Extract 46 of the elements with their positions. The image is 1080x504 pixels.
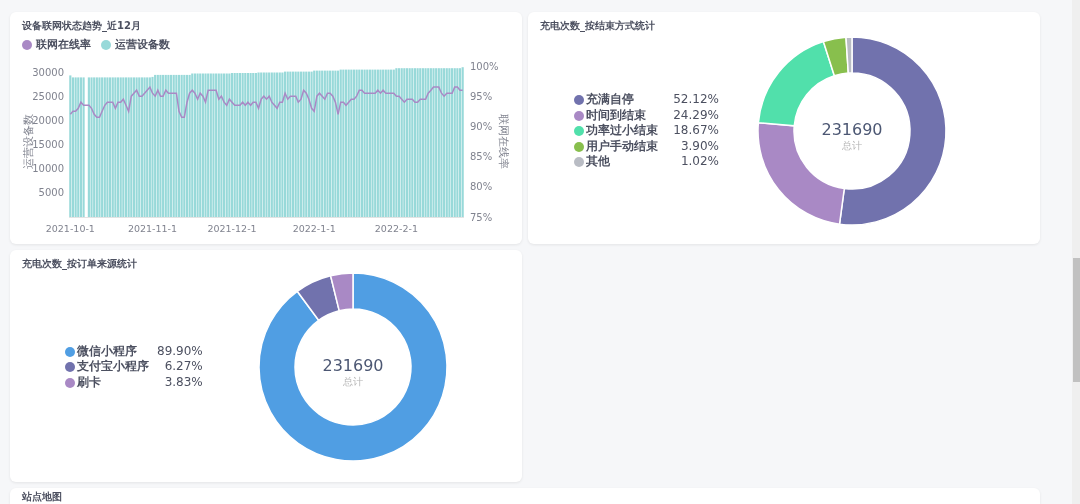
legend-value: 24.29% xyxy=(672,107,719,124)
total-value: 231690 xyxy=(821,120,883,139)
x-tick-label: 2021-12-1 xyxy=(207,222,257,234)
total-label: 总计 xyxy=(842,140,862,151)
total-value: 231690 xyxy=(322,356,384,375)
y-tick-label: 25000 xyxy=(32,90,64,102)
legend-item[interactable]: 联网在线率 xyxy=(22,37,91,54)
y-tick-label: 15000 xyxy=(32,138,64,150)
legend-value: 89.90% xyxy=(157,343,203,360)
axis-title: 联网在线率 xyxy=(497,113,510,168)
legend-label: 微信小程序 xyxy=(77,343,138,359)
legend-item[interactable]: 运营设备数 xyxy=(101,37,170,54)
scrollbar[interactable] xyxy=(1072,0,1080,504)
y-tick-label: 90% xyxy=(470,120,493,132)
x-tick-label: 2022-2-1 xyxy=(374,222,418,234)
card-title: 站点地图 xyxy=(21,490,63,504)
y-tick-label: 30000 xyxy=(32,66,64,78)
legend-value: 52.12% xyxy=(672,92,719,108)
legend-label: 刷卡 xyxy=(77,374,102,391)
x-tick-label: 2022-1-1 xyxy=(292,222,336,234)
legend-label: 功率过小结束 xyxy=(586,123,659,139)
chart-title: 充电次数_按结束方式统计 xyxy=(539,19,656,33)
legend-value: 3.90% xyxy=(679,138,719,155)
legend-value: 18.67% xyxy=(672,123,719,139)
legend-label: 其他 xyxy=(586,154,611,170)
total-label: 总计 xyxy=(343,376,363,387)
legend-value: 1.02% xyxy=(679,154,719,170)
legend-label: 时间到结束 xyxy=(586,107,647,123)
y-tick-label: 10000 xyxy=(32,162,64,174)
legend-label: 充满自停 xyxy=(586,92,635,108)
legend-value: 3.83% xyxy=(163,374,203,391)
scrollbar-thumb[interactable] xyxy=(1073,258,1080,382)
legend-label: 用户手动结束 xyxy=(586,138,659,155)
y-tick-label: 80% xyxy=(470,180,493,192)
x-tick-label: 2021-11-1 xyxy=(127,222,178,234)
chart-title: 充电次数_按订单来源统计 xyxy=(21,257,138,271)
legend-label: 支付宝小程序 xyxy=(77,359,150,375)
y-tick-label: 95% xyxy=(470,90,493,102)
y-tick-label: 75% xyxy=(470,211,493,222)
y-tick-label: 20000 xyxy=(32,114,64,126)
x-tick-label: 2021-10-1 xyxy=(45,222,95,234)
y-tick-label: 85% xyxy=(470,150,493,162)
legend-value: 6.27% xyxy=(163,359,203,375)
y-tick-label: 100% xyxy=(470,60,499,71)
chart-title: 设备联网状态趋势_近12月 xyxy=(21,19,142,33)
y-tick-label: 5000 xyxy=(38,186,64,198)
